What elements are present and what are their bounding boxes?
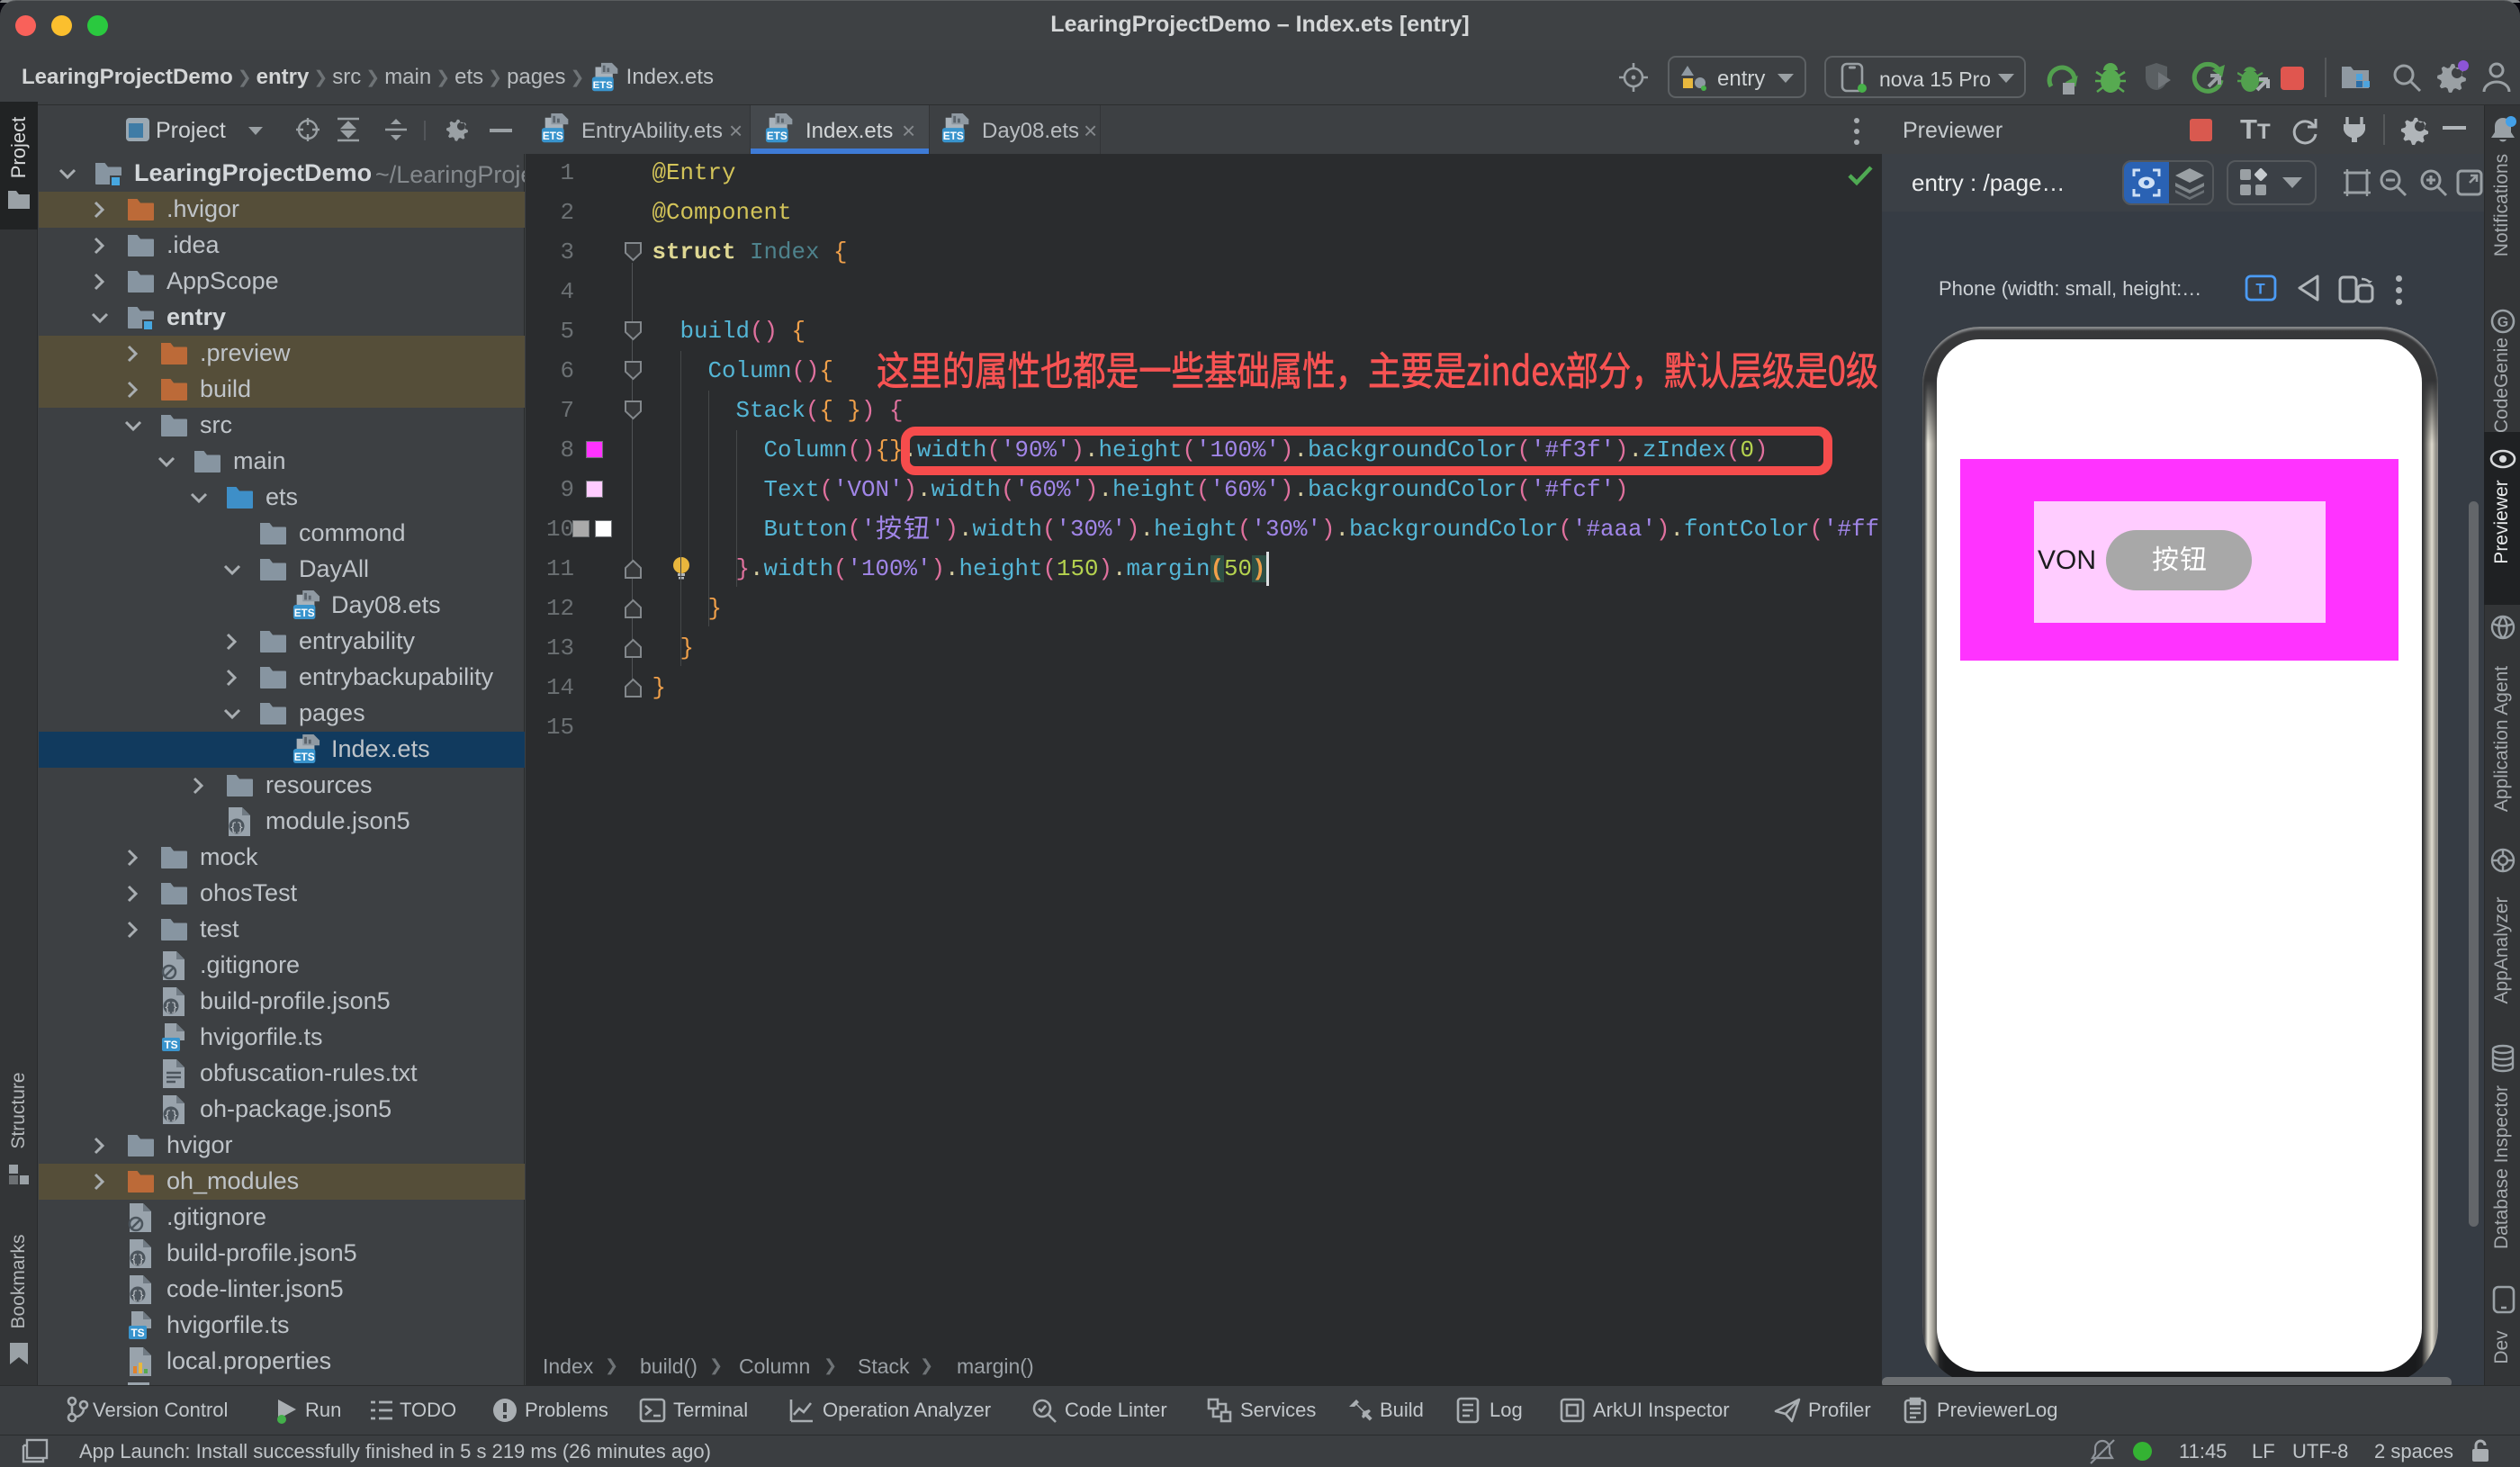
svg-text:G: G [2498, 315, 2508, 330]
svg-text:T: T [2255, 281, 2265, 298]
